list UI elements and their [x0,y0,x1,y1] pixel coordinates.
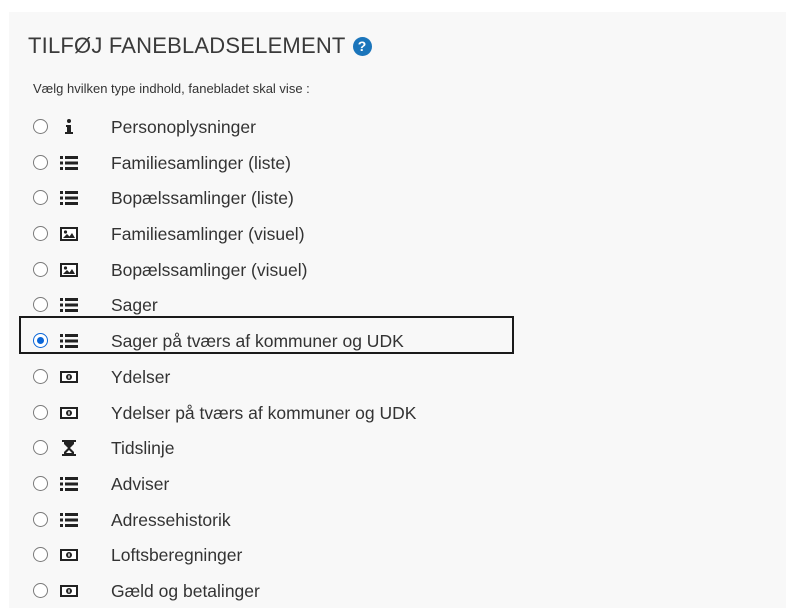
content-type-option[interactable]: Bopælssamlinger (visuel) [0,253,786,289]
radio-button[interactable] [33,368,48,384]
content-type-option[interactable]: Bopælssamlinger (liste) [0,181,786,217]
option-label[interactable]: Ydelser [111,367,170,388]
content-type-option[interactable]: Tidslinje [0,431,786,467]
radio-button[interactable] [33,440,48,456]
money-icon [59,546,79,564]
help-icon[interactable]: ? [352,36,372,56]
content-type-radio-group: Personoplysninger Familiesamlinger (liste… [0,110,786,610]
radio-button[interactable] [33,475,48,491]
image-icon [59,225,79,243]
list-icon [59,154,79,172]
radio-button[interactable] [33,261,48,277]
panel-heading: TILFØJ FANEBLADSELEMENT ? [28,33,372,59]
option-label[interactable]: Tidslinje [111,438,175,459]
content-type-option[interactable]: Personoplysninger [0,110,786,146]
option-label[interactable]: Familiesamlinger (visuel) [111,224,305,245]
option-label[interactable]: Sager [111,295,158,316]
content-type-option[interactable]: Gæld og betalinger [0,574,786,610]
option-label[interactable]: Loftsberegninger [111,545,242,566]
option-label[interactable]: Bopælssamlinger (visuel) [111,260,307,281]
image-icon [59,261,79,279]
list-icon [59,189,79,207]
option-label[interactable]: Gæld og betalinger [111,581,260,602]
content-type-option[interactable]: Ydelser [0,360,786,396]
money-icon [59,404,79,422]
radio-button[interactable] [33,582,48,598]
option-label[interactable]: Personoplysninger [111,117,256,138]
radio-button[interactable] [33,404,48,420]
list-icon [59,475,79,493]
content-type-option[interactable]: Familiesamlinger (liste) [0,146,786,182]
content-type-option[interactable]: Loftsberegninger [0,538,786,574]
list-icon [59,511,79,529]
option-label[interactable]: Ydelser på tværs af kommuner og UDK [111,403,416,424]
radio-button[interactable] [33,547,48,563]
info-icon [59,118,79,136]
content-type-option[interactable]: Adviser [0,467,786,503]
option-label[interactable]: Adressehistorik [111,510,231,531]
radio-button[interactable] [33,119,48,134]
selection-highlight-box [19,316,514,354]
option-label[interactable]: Adviser [111,474,169,495]
radio-button[interactable] [33,154,48,170]
radio-button[interactable] [33,190,48,206]
radio-button[interactable] [33,511,48,527]
content-type-option[interactable]: Ydelser på tværs af kommuner og UDK [0,396,786,432]
radio-button[interactable] [33,297,48,313]
money-icon [59,368,79,386]
page-title: TILFØJ FANEBLADSELEMENT [28,33,346,58]
option-label[interactable]: Familiesamlinger (liste) [111,153,291,174]
option-label[interactable]: Bopælssamlinger (liste) [111,188,294,209]
instruction-text: Vælg hvilken type indhold, fanebladet sk… [33,81,310,96]
list-icon [59,296,79,314]
content-type-option[interactable]: Familiesamlinger (visuel) [0,217,786,253]
hourglass-icon [59,439,79,457]
content-type-option[interactable]: Adressehistorik [0,503,786,539]
money-icon [59,582,79,600]
radio-button[interactable] [33,226,48,242]
